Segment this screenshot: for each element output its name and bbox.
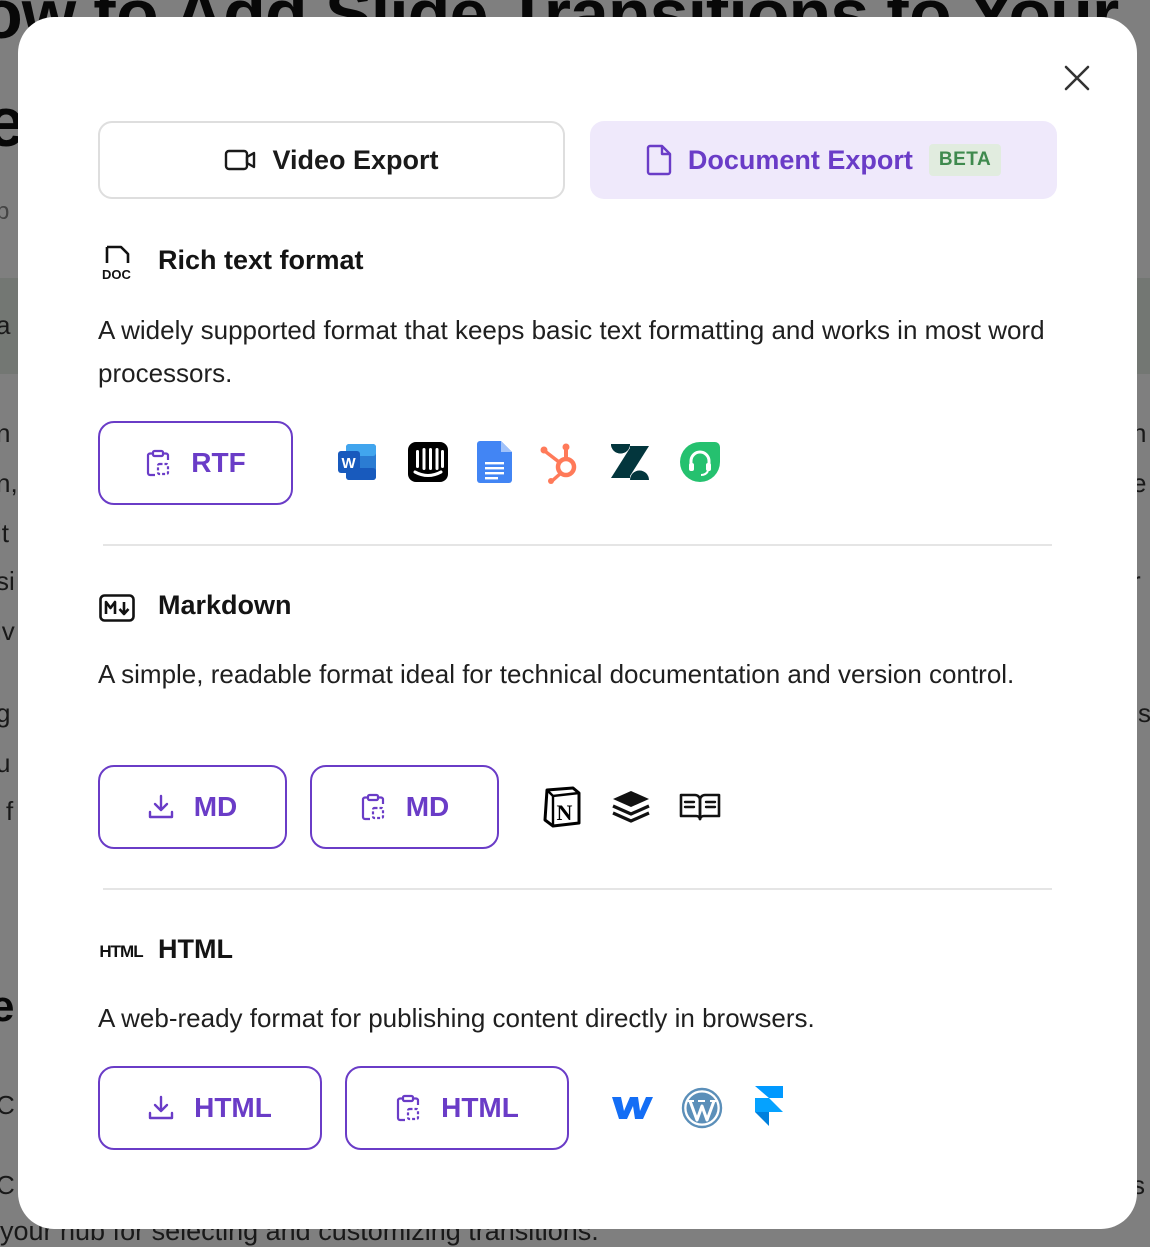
rtf-section-description: A widely supported format that keeps bas…	[98, 315, 1045, 388]
clipboard-copy-icon	[397, 1094, 420, 1122]
markdown-icon	[98, 591, 136, 625]
hubspot-icon	[538, 440, 582, 484]
document-icon	[646, 144, 672, 176]
download-icon	[148, 1095, 174, 1120]
google-docs-icon	[473, 440, 517, 484]
wordpress-icon	[680, 1086, 724, 1130]
clipboard-copy-icon	[361, 793, 384, 821]
html-section-title: HTML	[158, 934, 233, 964]
copy-md-button[interactable]: MD	[310, 765, 499, 849]
zendesk-icon	[608, 440, 652, 484]
copy-html-button[interactable]: HTML	[345, 1066, 569, 1150]
section-divider	[103, 888, 1052, 890]
readme-icon	[678, 785, 722, 829]
svg-text:W: W	[342, 455, 357, 472]
markdown-section-description: A simple, readable format ideal for tech…	[98, 659, 1015, 689]
svg-text:N: N	[557, 800, 573, 825]
copy-rtf-label: RTF	[191, 447, 246, 478]
tab-document-export[interactable]: Document Export BETA	[590, 121, 1057, 199]
export-modal: Video Export Document Export BETA DOC Ri…	[18, 17, 1137, 1229]
tab-video-export-label: Video Export	[272, 144, 439, 175]
close-button[interactable]	[1060, 61, 1094, 95]
html-section-description: A web-ready format for publishing conten…	[98, 1003, 815, 1033]
section-divider	[103, 544, 1052, 546]
download-html-label: HTML	[194, 1092, 272, 1123]
copy-html-label: HTML	[441, 1092, 519, 1123]
microsoft-word-icon: W	[336, 440, 380, 484]
copy-md-label: MD	[405, 791, 450, 822]
html-icon-text: HTML	[99, 942, 143, 961]
tab-video-export[interactable]: Video Export	[98, 121, 565, 199]
bookstack-icon	[609, 785, 653, 829]
intercom-icon	[406, 440, 450, 484]
framer-icon	[746, 1084, 790, 1128]
webflow-icon	[610, 1086, 654, 1130]
notion-icon: N	[540, 785, 584, 829]
download-md-button[interactable]: MD	[98, 765, 287, 849]
download-md-label: MD	[193, 791, 238, 822]
close-icon	[1064, 65, 1090, 91]
download-html-button[interactable]: HTML	[98, 1066, 322, 1150]
doc-file-icon: DOC	[98, 245, 138, 281]
copy-rtf-button[interactable]: RTF	[98, 421, 293, 505]
tab-document-export-label: Document Export	[687, 144, 913, 175]
rtf-section-title: Rich text format	[158, 245, 364, 275]
clipboard-copy-icon	[147, 449, 170, 477]
beta-badge: BETA	[928, 144, 1002, 176]
svg-text:DOC: DOC	[102, 267, 132, 281]
html-icon: HTML	[98, 937, 144, 967]
markdown-section-title: Markdown	[158, 590, 292, 620]
video-camera-icon	[225, 149, 256, 171]
download-icon	[148, 794, 173, 819]
freshdesk-icon	[678, 440, 722, 484]
